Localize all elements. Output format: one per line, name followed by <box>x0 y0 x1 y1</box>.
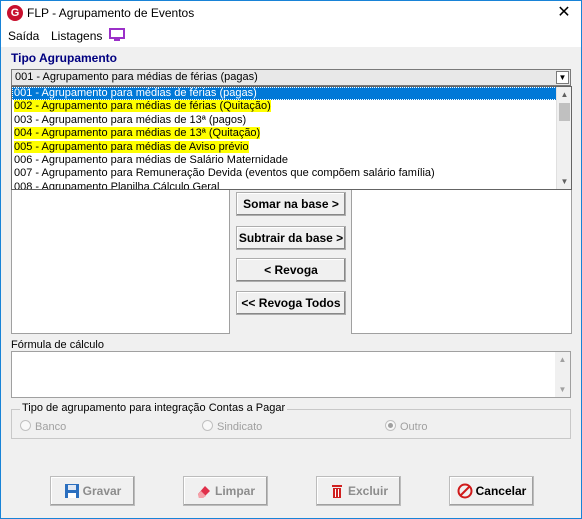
formula-label: Fórmula de cálculo <box>11 339 104 351</box>
main-window: G FLP - Agrupamento de Eventos ✕ Saída L… <box>0 0 582 519</box>
dropdown-option-label: 001 - Agrupamento para médias de férias … <box>14 87 257 99</box>
base-list-panel[interactable] <box>351 190 572 334</box>
revoga-todos-button[interactable]: << Revoga Todos <box>236 291 346 315</box>
tipo-agrupamento-label: Tipo Agrupamento <box>11 51 117 65</box>
dropdown-option-label: 004 - Agrupamento para médias de 13ª (Qu… <box>14 127 261 140</box>
cancel-icon <box>457 483 473 499</box>
radio-checked-icon <box>385 420 396 431</box>
menu-listagens[interactable]: Listagens <box>51 29 102 43</box>
tipo-agrupamento-dropdown[interactable]: 001 - Agrupamento para médias de férias … <box>11 86 572 190</box>
integracao-groupbox: Tipo de agrupamento para integração Cont… <box>11 402 571 439</box>
radio-icon <box>202 420 213 431</box>
limpar-button[interactable]: Limpar <box>183 476 268 506</box>
close-button[interactable]: ✕ <box>553 3 575 23</box>
cancelar-label: Cancelar <box>475 484 527 498</box>
dropdown-option[interactable]: 002 - Agrupamento para médias de férias … <box>12 100 557 113</box>
scroll-up-icon[interactable]: ▲ <box>555 352 570 367</box>
gravar-label: Gravar <box>82 484 122 498</box>
dropdown-option-label: 003 - Agrupamento para médias de 13ª (pa… <box>14 113 247 126</box>
dropdown-option[interactable]: 001 - Agrupamento para médias de férias … <box>12 87 557 101</box>
dropdown-option-label: 006 - Agrupamento para médias de Salário… <box>14 153 288 166</box>
dropdown-option-label: 008 - Agrupamento Planilha Cálculo Geral <box>14 180 220 189</box>
dropdown-option-label: 005 - Agrupamento para médias de Aviso p… <box>14 140 249 153</box>
radio-sindicato[interactable]: Sindicato <box>202 420 262 433</box>
dropdown-list: 001 - Agrupamento para médias de férias … <box>12 87 557 189</box>
save-icon <box>64 484 79 498</box>
monitor-icon[interactable] <box>109 28 125 42</box>
revoga-button[interactable]: < Revoga <box>236 258 346 282</box>
trash-icon <box>331 485 342 498</box>
dropdown-option-label: 002 - Agrupamento para médias de férias … <box>14 100 271 113</box>
window-title: FLP - Agrupamento de Eventos <box>27 6 195 20</box>
dropdown-option[interactable]: 005 - Agrupamento para médias de Aviso p… <box>12 140 557 154</box>
somar-na-base-button[interactable]: Somar na base > <box>236 192 346 216</box>
menu-saida[interactable]: Saída <box>8 29 39 43</box>
scroll-down-icon[interactable]: ▼ <box>555 382 570 397</box>
scrollbar-thumb[interactable] <box>559 103 570 121</box>
dropdown-option[interactable]: 007 - Agrupamento para Remuneração Devid… <box>12 167 557 180</box>
title-bar: G FLP - Agrupamento de Eventos ✕ <box>1 1 581 25</box>
gravar-button[interactable]: Gravar <box>50 476 135 506</box>
scroll-up-icon[interactable]: ▲ <box>557 87 572 102</box>
menu-bar: Saída Listagens <box>1 25 581 47</box>
tipo-agrupamento-combo[interactable]: 001 - Agrupamento para médias de férias … <box>11 69 571 86</box>
cancelar-button[interactable]: Cancelar <box>449 476 534 506</box>
scroll-down-icon[interactable]: ▼ <box>557 174 572 189</box>
limpar-label: Limpar <box>214 484 255 498</box>
dropdown-option[interactable]: 003 - Agrupamento para médias de 13ª (pa… <box>12 114 557 127</box>
app-logo-icon: G <box>7 5 23 21</box>
subtrair-da-base-button[interactable]: Subtrair da base > <box>236 226 346 250</box>
eraser-icon <box>197 486 210 498</box>
formula-textarea[interactable]: ▲ ▼ <box>11 351 571 398</box>
dropdown-option-label: 007 - Agrupamento para Remuneração Devid… <box>14 167 435 180</box>
formula-scrollbar[interactable]: ▲ ▼ <box>555 352 570 397</box>
radio-banco[interactable]: Banco <box>20 420 66 433</box>
chevron-down-icon[interactable]: ▼ <box>556 71 569 84</box>
dropdown-option[interactable]: 006 - Agrupamento para médias de Salário… <box>12 154 557 167</box>
radio-label: Outro <box>400 421 428 433</box>
excluir-label: Excluir <box>347 484 389 498</box>
dropdown-option[interactable]: 008 - Agrupamento Planilha Cálculo Geral <box>12 181 557 189</box>
excluir-button[interactable]: Excluir <box>316 476 401 506</box>
radio-icon <box>20 420 31 431</box>
eventos-list-panel[interactable] <box>11 190 230 334</box>
dropdown-option[interactable]: 004 - Agrupamento para médias de 13ª (Qu… <box>12 127 557 140</box>
radio-outro[interactable]: Outro <box>385 420 428 433</box>
radio-label: Sindicato <box>217 421 263 433</box>
radio-label: Banco <box>35 421 67 433</box>
combo-selected-value: 001 - Agrupamento para médias de férias … <box>15 71 258 83</box>
dropdown-scrollbar[interactable]: ▲ ▼ <box>556 87 571 189</box>
integracao-title: Tipo de agrupamento para integração Cont… <box>20 402 288 414</box>
